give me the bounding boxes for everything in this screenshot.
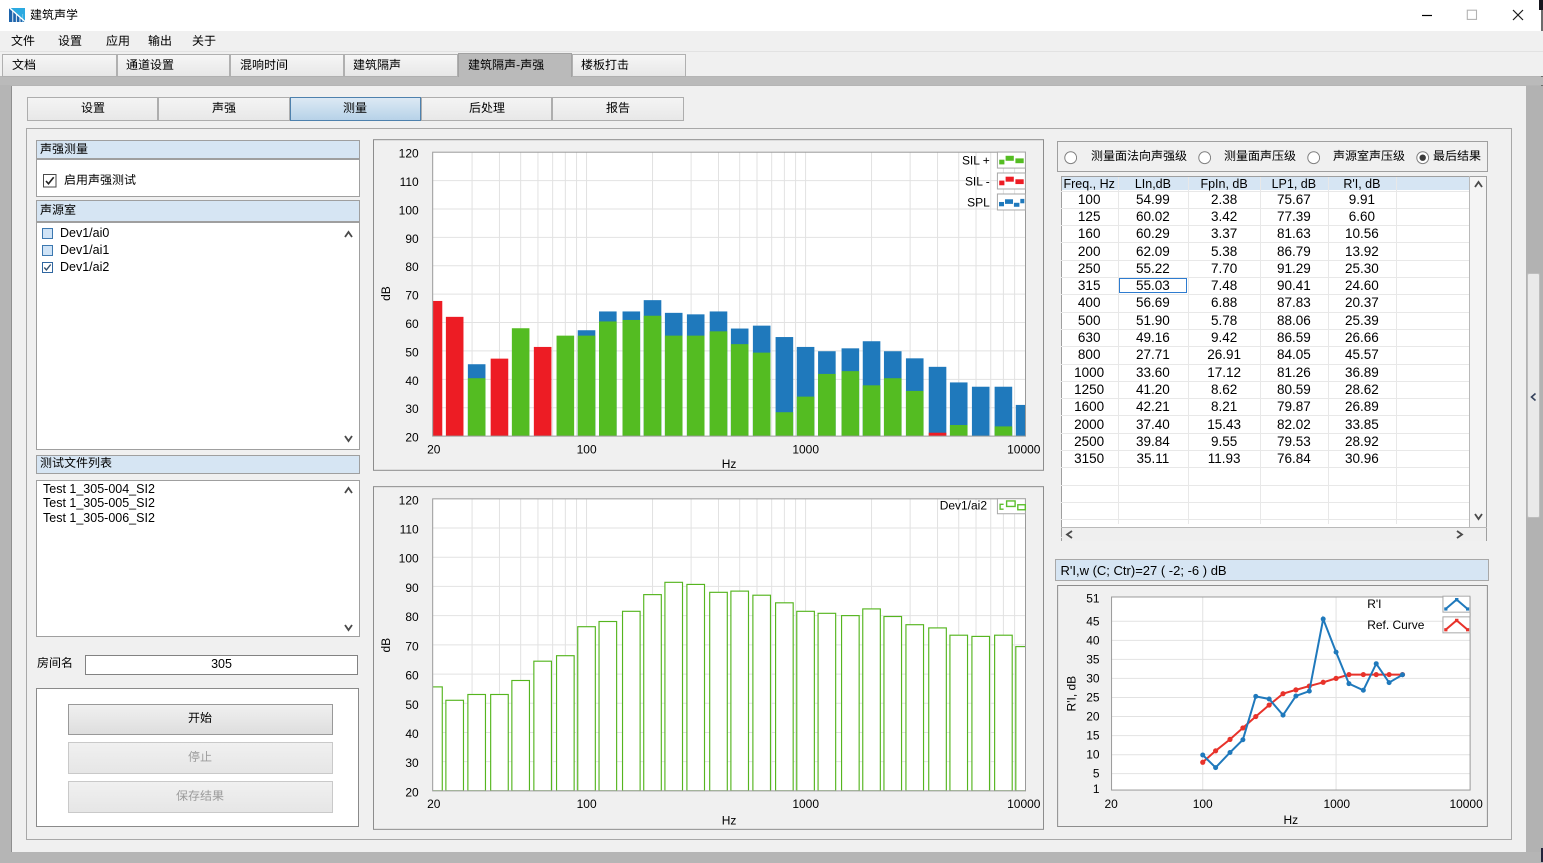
svg-text:70: 70 [405, 639, 419, 653]
svg-text:35: 35 [1086, 653, 1100, 667]
svg-text:Hz: Hz [1283, 813, 1298, 827]
svg-text:R'I: R'I [1367, 597, 1381, 611]
svg-text:15: 15 [1086, 729, 1100, 743]
svg-text:1000: 1000 [792, 797, 819, 811]
svg-text:100: 100 [1192, 797, 1212, 811]
svg-text:R'I, dB: R'I, dB [1064, 676, 1078, 712]
svg-text:1: 1 [1092, 782, 1099, 796]
svg-text:5: 5 [1092, 767, 1099, 781]
svg-text:20: 20 [405, 785, 419, 799]
svg-text:40: 40 [405, 373, 419, 387]
svg-text:100: 100 [576, 442, 596, 456]
svg-text:50: 50 [405, 345, 419, 359]
svg-text:20: 20 [1086, 710, 1100, 724]
svg-text:dB: dB [379, 638, 393, 653]
svg-text:100: 100 [398, 552, 418, 566]
svg-text:25: 25 [1086, 691, 1100, 705]
svg-text:51: 51 [1086, 592, 1100, 606]
svg-text:45: 45 [1086, 614, 1100, 628]
svg-text:100: 100 [576, 797, 596, 811]
svg-text:110: 110 [399, 175, 418, 189]
svg-text:60: 60 [405, 317, 419, 331]
svg-text:110: 110 [399, 522, 418, 536]
svg-text:20: 20 [427, 797, 441, 811]
svg-text:120: 120 [398, 146, 418, 160]
svg-text:120: 120 [398, 493, 418, 507]
svg-text:100: 100 [398, 203, 418, 217]
svg-text:Dev1/ai2: Dev1/ai2 [940, 498, 988, 512]
svg-text:Ref. Curve: Ref. Curve [1367, 618, 1425, 632]
svg-text:1000: 1000 [792, 442, 819, 456]
svg-text:20: 20 [427, 442, 441, 456]
svg-text:Hz: Hz [722, 457, 737, 471]
svg-text:SIL -: SIL - [965, 174, 990, 188]
svg-text:30: 30 [1086, 672, 1100, 686]
svg-text:20: 20 [1104, 797, 1118, 811]
svg-text:30: 30 [405, 756, 419, 770]
svg-text:1000: 1000 [1323, 797, 1350, 811]
svg-text:20: 20 [405, 430, 419, 444]
svg-text:10000: 10000 [1449, 797, 1483, 811]
svg-text:SIL +: SIL + [962, 153, 990, 167]
svg-text:70: 70 [405, 288, 419, 302]
svg-text:Hz: Hz [722, 813, 737, 827]
svg-text:60: 60 [405, 668, 419, 682]
svg-text:10: 10 [1086, 748, 1100, 762]
svg-text:90: 90 [405, 231, 419, 245]
svg-text:40: 40 [1086, 634, 1100, 648]
svg-text:10000: 10000 [1007, 442, 1041, 456]
svg-text:80: 80 [405, 260, 419, 274]
svg-text:40: 40 [405, 727, 419, 741]
svg-text:10000: 10000 [1007, 797, 1041, 811]
svg-text:SPL: SPL [967, 195, 990, 209]
svg-text:50: 50 [405, 698, 419, 712]
svg-text:90: 90 [405, 581, 419, 595]
svg-text:80: 80 [405, 610, 419, 624]
svg-text:30: 30 [405, 402, 419, 416]
svg-text:dB: dB [379, 286, 393, 301]
